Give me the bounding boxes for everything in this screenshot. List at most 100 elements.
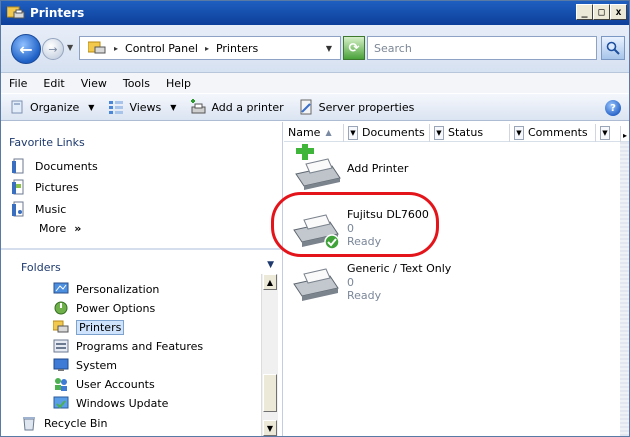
window-controls: _ □ x — [576, 4, 627, 20]
add-printer-button[interactable]: Add a printer — [190, 99, 284, 115]
folder-programs-and-features-label: Programs and Features — [76, 339, 204, 353]
magnifier-icon[interactable] — [601, 36, 625, 60]
back-arrow-icon[interactable]: ← — [11, 34, 41, 64]
folder-recycle-bin-label: Recycle Bin — [44, 416, 108, 430]
favorite-documents[interactable]: Documents — [11, 158, 98, 174]
column-more[interactable]: ▼ — [596, 124, 616, 142]
column-filter-icon[interactable]: ▼ — [348, 125, 358, 140]
printer-status: Ready — [347, 235, 382, 248]
column-name[interactable]: Name ▲ — [284, 123, 344, 142]
personalization-icon — [53, 281, 69, 297]
folders-chevron-icon[interactable]: ▼ — [267, 260, 274, 270]
menu-tools[interactable]: Tools — [123, 77, 150, 90]
column-documents[interactable]: ▼ Documents — [344, 123, 430, 142]
printer-status: Ready — [347, 289, 382, 302]
menu-help[interactable]: Help — [166, 77, 191, 90]
scroll-down-icon[interactable]: ▼ — [263, 420, 277, 436]
folder-printers[interactable]: Printers — [52, 318, 125, 336]
printer-item-generic-text-only[interactable]: Generic / Text Only 0 Ready — [288, 258, 618, 318]
forward-arrow-icon[interactable]: → — [42, 38, 64, 60]
close-button[interactable]: x — [610, 4, 627, 20]
add-printer-icon — [190, 99, 206, 115]
scroll-thumb[interactable] — [263, 374, 277, 412]
printer-item-add-printer[interactable]: Add Printer — [288, 144, 618, 204]
column-status[interactable]: ▼ Status — [430, 123, 510, 142]
printer-icon — [288, 258, 344, 306]
maximize-button[interactable]: □ — [593, 4, 610, 20]
column-documents-label: Documents — [362, 126, 425, 139]
column-comments[interactable]: ▼ Comments — [510, 123, 596, 142]
content-scrollbar[interactable] — [620, 142, 629, 436]
recent-pages-chevron-icon[interactable]: ▼ — [67, 43, 73, 52]
organize-icon — [9, 99, 25, 115]
menu-edit[interactable]: Edit — [43, 77, 64, 90]
folder-windows-update-label: Windows Update — [76, 396, 169, 410]
column-comments-label: Comments — [528, 126, 588, 139]
column-filter-icon[interactable]: ▼ — [514, 125, 524, 140]
folder-system[interactable]: System — [53, 356, 117, 374]
pane-divider[interactable] — [1, 248, 283, 250]
command-toolbar: Organize ▼ Views ▼ Add a printer Server … — [1, 93, 629, 121]
organize-button[interactable]: Organize ▼ — [9, 99, 94, 115]
address-dropdown-icon[interactable]: ▼ — [326, 44, 332, 53]
folder-windows-update[interactable]: Windows Update — [53, 394, 168, 412]
menu-file[interactable]: File — [9, 77, 27, 90]
printers-folder-icon — [6, 5, 25, 21]
views-icon — [108, 99, 124, 115]
breadcrumb-printers[interactable]: Printers — [216, 42, 258, 55]
folder-recycle-bin[interactable]: Recycle Bin — [21, 414, 107, 432]
column-headers: Name ▲ ▼ Documents ▼ Status ▼ Comments ▼… — [284, 123, 629, 144]
folder-power-options[interactable]: Power Options — [53, 299, 155, 317]
folder-user-accounts[interactable]: User Accounts — [53, 375, 155, 393]
search-input[interactable]: Search — [367, 36, 597, 60]
favorite-music-label: Music — [35, 202, 67, 216]
breadcrumb-separator-icon[interactable]: ▸ — [114, 44, 118, 53]
printers-location-icon — [87, 41, 106, 55]
views-chevron-icon: ▼ — [170, 102, 177, 112]
folders-title[interactable]: Folders — [21, 261, 61, 274]
folder-system-label: System — [76, 358, 118, 372]
help-icon[interactable]: ? — [605, 100, 621, 116]
programs-and-features-icon — [53, 338, 69, 354]
power-options-icon — [53, 300, 69, 316]
folder-personalization[interactable]: Personalization — [53, 280, 159, 298]
address-bar[interactable]: ▸ Control Panel ▸ Printers ▼ — [79, 36, 341, 60]
refresh-icon[interactable]: ⟳ — [343, 36, 365, 60]
add-printer-large-icon — [288, 144, 344, 192]
favorite-pictures-label: Pictures — [35, 180, 79, 194]
documents-icon — [11, 158, 27, 174]
server-properties-button[interactable]: Server properties — [298, 99, 414, 115]
breadcrumb-control-panel[interactable]: Control Panel — [125, 42, 198, 55]
breadcrumb-separator-icon[interactable]: ▸ — [205, 44, 209, 53]
scroll-up-icon[interactable]: ▲ — [263, 274, 277, 290]
favorite-links-title: Favorite Links — [9, 136, 85, 149]
folder-programs-and-features[interactable]: Programs and Features — [53, 337, 203, 355]
favorite-pictures[interactable]: Pictures — [11, 179, 79, 195]
music-icon — [11, 201, 27, 217]
views-label: Views — [129, 100, 162, 114]
minimize-button[interactable]: _ — [576, 4, 593, 20]
printers-icon — [52, 319, 69, 335]
organize-label: Organize — [30, 100, 80, 114]
printer-documents: 0 — [347, 276, 354, 289]
favorite-music[interactable]: Music — [11, 201, 66, 217]
default-printer-icon — [288, 204, 344, 252]
column-filter-icon[interactable]: ▼ — [600, 125, 610, 140]
column-name-label: Name — [288, 126, 321, 139]
title-bar[interactable]: Printers _ □ x — [1, 1, 629, 25]
views-button[interactable]: Views ▼ — [108, 99, 176, 115]
printer-item-fujitsu-dl7600[interactable]: Fujitsu DL7600 0 Ready — [288, 204, 618, 264]
printers-window: Printers _ □ x ← → ▼ ▸ Control Panel ▸ P… — [0, 0, 630, 437]
windows-update-icon — [53, 395, 69, 411]
menu-view[interactable]: View — [81, 77, 107, 90]
printer-name: Fujitsu DL7600 — [347, 208, 429, 221]
folders-scrollbar[interactable]: ▲ ▼ — [261, 274, 278, 436]
menu-bar: File Edit View Tools Help — [1, 73, 629, 93]
folder-user-accounts-label: User Accounts — [76, 377, 155, 391]
printers-list-pane: Name ▲ ▼ Documents ▼ Status ▼ Comments ▼… — [284, 122, 629, 436]
column-filter-icon[interactable]: ▼ — [434, 125, 444, 140]
pictures-icon — [11, 179, 27, 195]
favorites-more-link[interactable]: More » — [39, 222, 81, 235]
printer-name: Add Printer — [347, 162, 409, 175]
column-status-label: Status — [448, 126, 484, 139]
